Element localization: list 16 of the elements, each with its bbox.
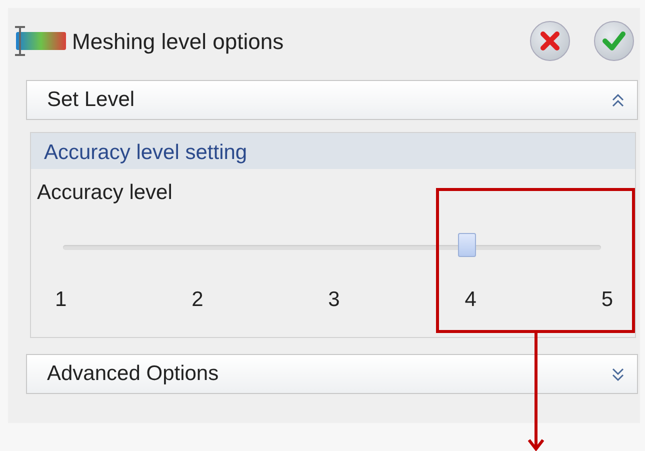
window-title: Meshing level options — [72, 28, 284, 56]
section-header[interactable]: Set Level — [26, 80, 638, 120]
app-icon — [12, 26, 68, 56]
tick-label: 1 — [55, 286, 67, 312]
cancel-button[interactable] — [530, 21, 570, 61]
slider-label: Accuracy level — [36, 180, 174, 206]
tick-label: 4 — [464, 286, 476, 312]
check-icon — [602, 30, 626, 52]
group-header: Accuracy level setting — [31, 133, 635, 169]
tick-label: 2 — [192, 286, 204, 312]
tick-label: 3 — [328, 286, 340, 312]
section-header[interactable]: Advanced Options — [26, 354, 638, 394]
tick-label: 5 — [601, 286, 613, 312]
slider-thumb[interactable] — [458, 232, 476, 256]
close-icon — [539, 30, 561, 52]
confirm-button[interactable] — [594, 21, 634, 61]
